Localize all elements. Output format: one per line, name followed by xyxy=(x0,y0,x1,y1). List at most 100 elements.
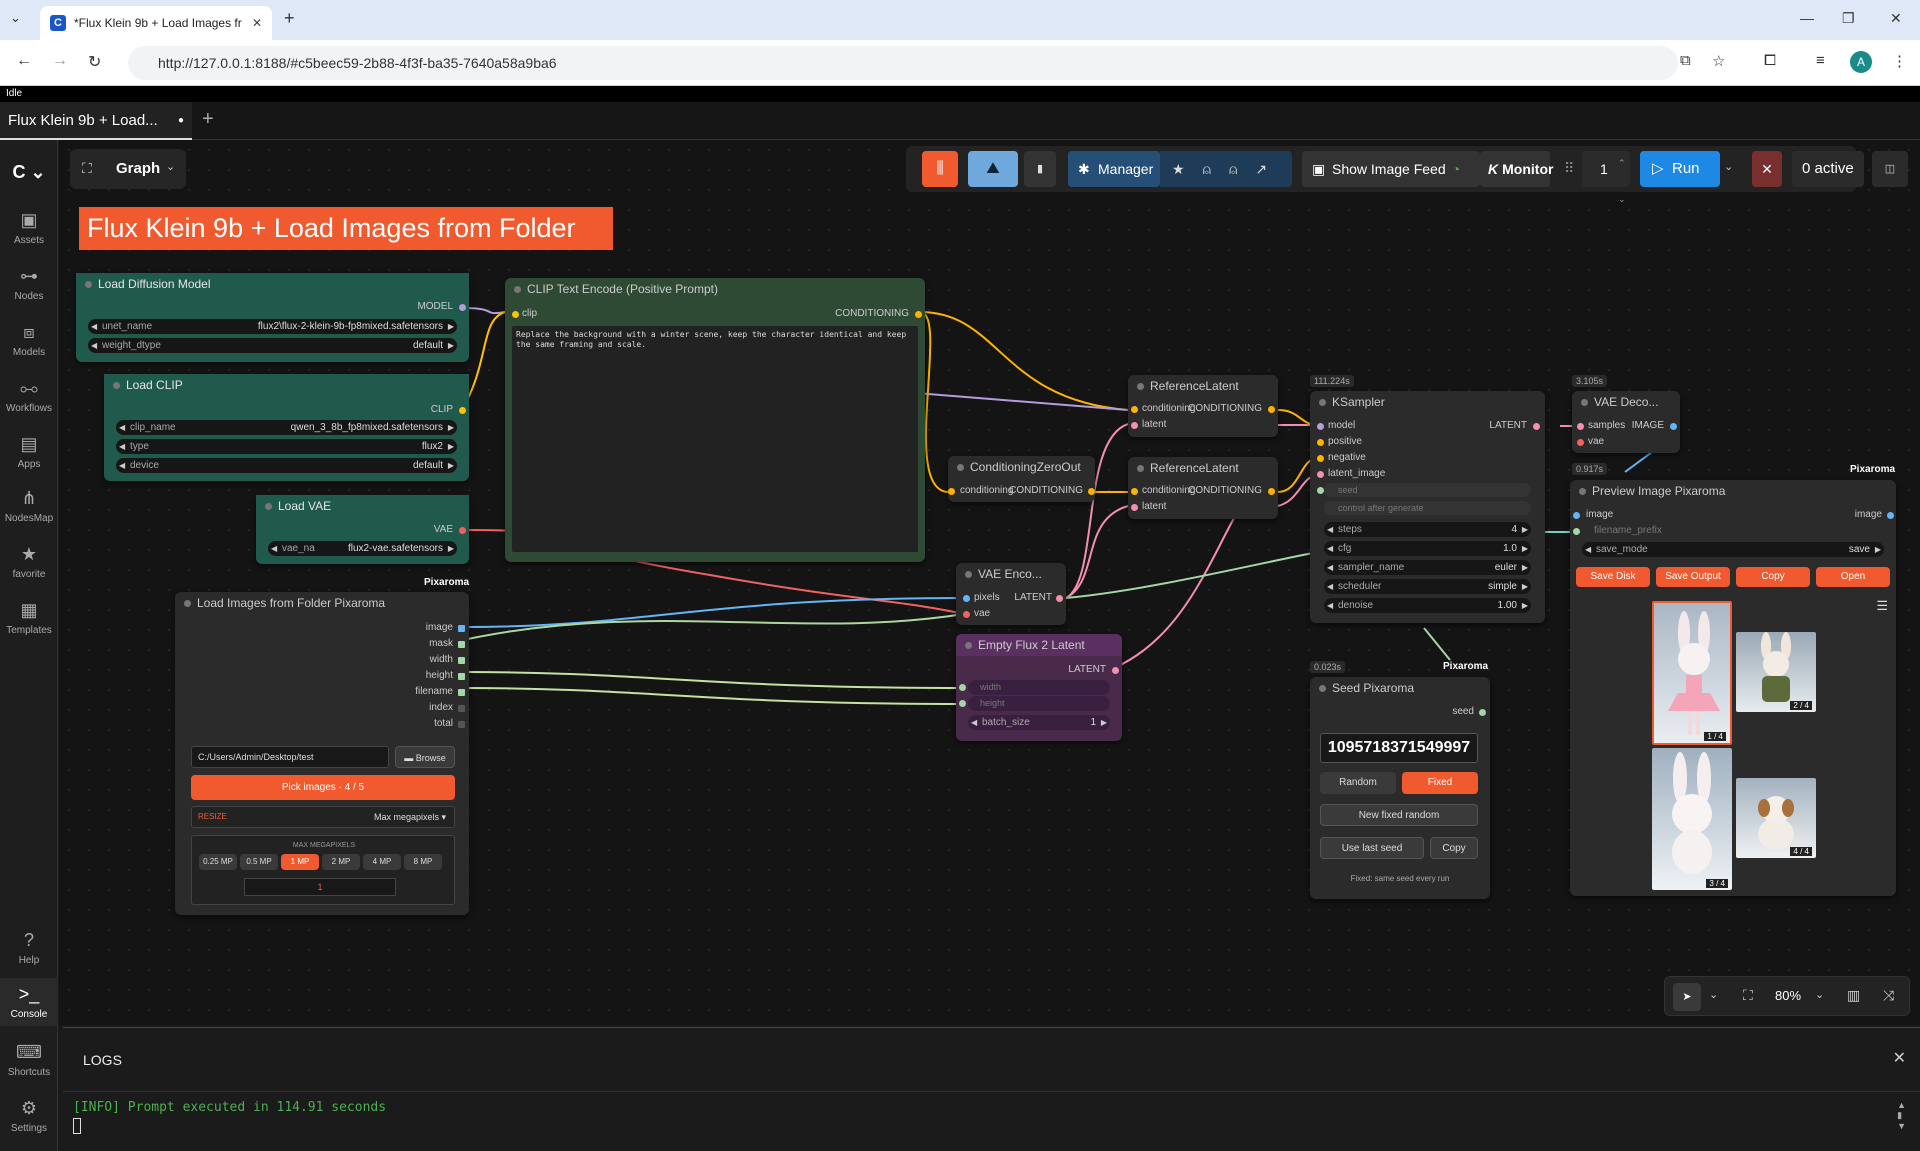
save-mode-widget[interactable]: save_mode save xyxy=(1582,542,1884,557)
media-icon[interactable]: ≡ xyxy=(1816,52,1825,69)
new-tab-icon[interactable]: + xyxy=(284,8,295,29)
input-slot[interactable] xyxy=(1317,471,1324,478)
output-slot[interactable] xyxy=(459,407,466,414)
sidebar-item-settings[interactable]: ⚙ Settings xyxy=(0,1098,58,1134)
avatar[interactable]: A xyxy=(1850,51,1872,73)
input-slot[interactable] xyxy=(959,700,966,707)
clip-name-widget[interactable]: clip_name qwen_3_8b_fp8mixed.safetensors xyxy=(116,420,457,435)
mp-option-selected[interactable]: 1 MP xyxy=(281,854,319,870)
input-slot[interactable] xyxy=(1131,406,1138,413)
unet-name-widget[interactable]: unet_name flux2\flux-2-klein-9b-fp8mixed.… xyxy=(88,319,457,334)
sidebar-item-nodes[interactable]: ⊶ Nodes xyxy=(0,266,58,302)
minimap-icon[interactable]: ▥ xyxy=(1847,987,1860,1004)
preview-thumbnail-4[interactable]: 4 / 4 xyxy=(1736,778,1816,858)
batch-size-widget[interactable]: batch_size 1 xyxy=(968,715,1110,730)
input-slot[interactable] xyxy=(1317,487,1324,494)
share-icon[interactable]: ↗ xyxy=(1255,161,1267,177)
mp-value-input[interactable]: 1 xyxy=(244,878,396,896)
zoom-level[interactable]: 80% xyxy=(1775,988,1801,1003)
pixaroma-icon[interactable]: ⫼ xyxy=(922,151,958,187)
tool-chevron-icon[interactable]: ⌄ xyxy=(1709,988,1718,1001)
sidebar-item-shortcuts[interactable]: ⌨ Shortcuts xyxy=(0,1042,58,1078)
clip-type-widget[interactable]: type flux2 xyxy=(116,439,457,454)
scrollbar[interactable]: ▲ ▮ ▼ xyxy=(1897,1100,1906,1131)
input-slot[interactable] xyxy=(963,611,970,618)
sidebar-item-workflows[interactable]: ⧟ Workflows xyxy=(0,378,58,414)
random-button[interactable]: Random xyxy=(1320,772,1396,794)
browser-tab[interactable]: C *Flux Klein 9b + Load Images fr ✕ xyxy=(40,6,272,40)
output-slot[interactable] xyxy=(458,721,465,728)
sidebar-item-templates[interactable]: ▦ Templates xyxy=(0,600,58,636)
new-workflow-icon[interactable]: + xyxy=(202,108,214,131)
output-slot[interactable] xyxy=(915,311,922,318)
mp-option[interactable]: 0.5 MP xyxy=(240,854,278,870)
mp-option[interactable]: 0.25 MP xyxy=(199,854,237,870)
node-vae-encode[interactable]: VAE Enco... pixels LATENT vae xyxy=(956,563,1066,625)
input-slot[interactable] xyxy=(948,488,955,495)
node-load-diffusion-model[interactable]: Load Diffusion Model MODEL unet_name flux… xyxy=(76,273,469,362)
output-slot[interactable] xyxy=(1670,423,1677,430)
mp-option[interactable]: 2 MP xyxy=(322,854,360,870)
install-icon[interactable]: ⧉ xyxy=(1680,52,1691,69)
mountain-logo-icon[interactable]: ⛰ xyxy=(968,151,1018,187)
zoom-chevron-icon[interactable]: ⌄ xyxy=(1815,988,1824,1001)
active-queue-button[interactable]: 0 active xyxy=(1792,151,1864,187)
input-slot[interactable] xyxy=(1317,439,1324,446)
input-slot[interactable] xyxy=(1131,504,1138,511)
steps-widget[interactable]: steps 4 xyxy=(1324,522,1531,537)
node-ksampler[interactable]: KSampler LATENT model positive negative … xyxy=(1310,391,1545,623)
output-slot[interactable] xyxy=(1268,406,1275,413)
show-image-feed-button[interactable]: ▣ Show Image Feed ◔ xyxy=(1302,151,1480,187)
seed-widget[interactable]: seed xyxy=(1324,483,1531,497)
extensions-icon[interactable]: ⧠ xyxy=(1764,52,1776,69)
output-slot[interactable] xyxy=(1088,488,1095,495)
output-slot[interactable] xyxy=(1056,595,1063,602)
resize-row[interactable]: RESIZE Max megapixels ▾ xyxy=(191,806,455,828)
back-icon[interactable]: ← xyxy=(16,52,32,70)
select-tool-icon[interactable]: ➤ xyxy=(1673,983,1701,1011)
run-button[interactable]: ▷ Run xyxy=(1640,151,1720,187)
output-slot[interactable] xyxy=(459,304,466,311)
browse-button[interactable]: ▬ Browse xyxy=(395,746,455,768)
output-slot[interactable] xyxy=(1887,512,1894,519)
clip-device-widget[interactable]: device default xyxy=(116,458,457,473)
output-slot[interactable] xyxy=(458,657,465,664)
more-menu-icon[interactable]: ⋮ xyxy=(1892,52,1907,70)
mp-option[interactable]: 4 MP xyxy=(363,854,401,870)
scheduler-widget[interactable]: scheduler simple xyxy=(1324,579,1531,594)
fit-view-icon[interactable]: ⛶ xyxy=(1743,987,1753,1004)
node-vae-decode[interactable]: VAE Deco... samples IMAGE vae xyxy=(1572,391,1680,453)
node-empty-flux2-latent[interactable]: Empty Flux 2 Latent LATENT width height … xyxy=(956,634,1122,741)
open-image-button[interactable]: Open xyxy=(1816,567,1890,587)
save-disk-button[interactable]: Save Disk xyxy=(1576,567,1650,587)
sampler-name-widget[interactable]: sampler_name euler xyxy=(1324,560,1531,575)
output-slot[interactable] xyxy=(458,625,465,632)
node-load-clip[interactable]: Load CLIP CLIP clip_name qwen_3_8b_fp8mix… xyxy=(104,374,469,481)
input-slot[interactable] xyxy=(963,595,970,602)
preview-thumbnail-1[interactable]: 1 / 4 xyxy=(1652,601,1732,745)
node-clip-text-encode[interactable]: CLIP Text Encode (Positive Prompt) clip … xyxy=(505,278,925,562)
resize-mode-dropdown[interactable]: Max megapixels ▾ xyxy=(374,812,446,823)
filename-prefix-widget[interactable]: filename_prefix xyxy=(1594,525,1662,536)
node-conditioning-zero-out[interactable]: ConditioningZeroOut conditioning CONDITI… xyxy=(948,456,1095,502)
preview-thumbnail-3[interactable]: 3 / 4 xyxy=(1652,748,1732,890)
logo-icon[interactable]: C ⌄ xyxy=(0,162,58,187)
node-reference-latent-1[interactable]: ReferenceLatent conditioning CONDITIONIN… xyxy=(1128,375,1278,437)
output-slot[interactable] xyxy=(459,527,466,534)
new-fixed-random-button[interactable]: New fixed random xyxy=(1320,804,1478,826)
node-load-vae[interactable]: Load VAE VAE vae_na flux2-vae.safetensors xyxy=(256,495,469,564)
input-slot[interactable] xyxy=(1577,423,1584,430)
output-slot[interactable] xyxy=(1112,667,1119,674)
model-icon[interactable]: ⍝ xyxy=(1203,161,1211,177)
preview-thumbnail-2[interactable]: 2 / 4 xyxy=(1736,632,1816,712)
star-icon[interactable]: ★ xyxy=(1172,161,1185,177)
output-slot[interactable] xyxy=(1533,423,1540,430)
vae-name-widget[interactable]: vae_na flux2-vae.safetensors xyxy=(268,541,457,556)
input-slot[interactable] xyxy=(959,684,966,691)
manager-shortcuts[interactable]: ★ ⍝ ⍝ ↗ xyxy=(1160,151,1292,187)
sidebar-item-favorite[interactable]: ★ favorite xyxy=(0,544,58,580)
sidebar-item-nodesmap[interactable]: ⋔ NodesMap xyxy=(0,488,58,524)
menu-icon[interactable]: ☰ xyxy=(1876,598,1888,614)
fixed-button[interactable]: Fixed xyxy=(1402,772,1478,794)
queue-count-input[interactable]: 1 ⌃ ⌄ xyxy=(1582,151,1630,204)
